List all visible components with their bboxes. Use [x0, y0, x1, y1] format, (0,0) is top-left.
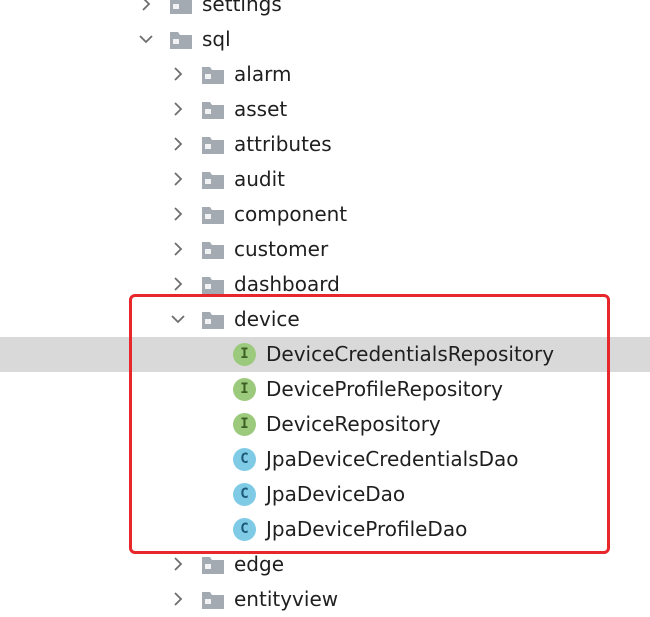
tree-item-label: device [234, 307, 300, 331]
folder-icon [202, 312, 224, 329]
chevron-right-icon[interactable] [170, 66, 186, 82]
tree-item-audit[interactable]: audit [0, 162, 650, 197]
chevron-down-icon[interactable] [170, 311, 186, 327]
chevron-right-icon[interactable] [170, 101, 186, 117]
tree-item-label: attributes [234, 132, 332, 156]
tree-item-label: DeviceCredentialsRepository [266, 342, 555, 366]
folder-icon [170, 32, 192, 49]
tree-item-label: DeviceProfileRepository [266, 377, 503, 401]
tree-item-label: audit [234, 167, 286, 191]
tree-item-device-credentials-repository[interactable]: I DeviceCredentialsRepository [0, 337, 650, 372]
project-tree: settings sql alarm asset attributes audi… [0, 0, 650, 611]
tree-item-edge[interactable]: edge [0, 547, 650, 582]
tree-item-label: sql [202, 27, 231, 51]
chevron-right-icon[interactable] [170, 136, 186, 152]
tree-item-label: entityview [234, 587, 339, 611]
tree-item-label: component [234, 202, 348, 226]
tree-item-label: asset [234, 97, 288, 121]
tree-item-jpa-device-credentials-dao[interactable]: C JpaDeviceCredentialsDao [0, 442, 650, 477]
chevron-right-icon[interactable] [138, 0, 154, 12]
tree-item-label: DeviceRepository [266, 412, 441, 436]
tree-item-dashboard[interactable]: dashboard [0, 267, 650, 302]
tree-item-label: JpaDeviceProfileDao [266, 517, 468, 541]
tree-item-label: JpaDeviceDao [266, 482, 406, 506]
tree-item-jpa-device-profile-dao[interactable]: C JpaDeviceProfileDao [0, 512, 650, 547]
chevron-right-icon[interactable] [170, 591, 186, 607]
tree-item-asset[interactable]: asset [0, 92, 650, 127]
folder-icon [202, 557, 224, 574]
tree-item-settings[interactable]: settings [0, 0, 650, 22]
class-icon: C [233, 483, 256, 506]
folder-icon [202, 102, 224, 119]
chevron-down-icon[interactable] [138, 31, 154, 47]
folder-icon [202, 207, 224, 224]
tree-item-label: JpaDeviceCredentialsDao [266, 447, 519, 471]
chevron-right-icon[interactable] [170, 276, 186, 292]
tree-item-label: customer [234, 237, 329, 261]
tree-item-device[interactable]: device [0, 302, 650, 337]
folder-icon [202, 242, 224, 259]
tree-item-component[interactable]: component [0, 197, 650, 232]
tree-item-device-profile-repository[interactable]: I DeviceProfileRepository [0, 372, 650, 407]
tree-item-jpa-device-dao[interactable]: C JpaDeviceDao [0, 477, 650, 512]
tree-item-device-repository[interactable]: I DeviceRepository [0, 407, 650, 442]
folder-icon [202, 277, 224, 294]
folder-icon [202, 172, 224, 189]
tree-item-attributes[interactable]: attributes [0, 127, 650, 162]
chevron-right-icon[interactable] [170, 171, 186, 187]
tree-item-sql[interactable]: sql [0, 22, 650, 57]
class-icon: C [233, 448, 256, 471]
folder-icon [202, 67, 224, 84]
folder-icon [202, 592, 224, 609]
tree-item-label: dashboard [234, 272, 340, 296]
tree-item-entityview[interactable]: entityview [0, 582, 650, 617]
tree-item-label: edge [234, 552, 284, 576]
interface-icon: I [233, 413, 256, 436]
folder-icon [170, 0, 192, 14]
interface-icon: I [233, 343, 256, 366]
chevron-right-icon[interactable] [170, 556, 186, 572]
tree-item-label: settings [202, 0, 282, 16]
folder-icon [202, 137, 224, 154]
chevron-right-icon[interactable] [170, 206, 186, 222]
tree-item-alarm[interactable]: alarm [0, 57, 650, 92]
tree-item-customer[interactable]: customer [0, 232, 650, 267]
interface-icon: I [233, 378, 256, 401]
tree-item-label: alarm [234, 62, 292, 86]
chevron-right-icon[interactable] [170, 241, 186, 257]
class-icon: C [233, 518, 256, 541]
